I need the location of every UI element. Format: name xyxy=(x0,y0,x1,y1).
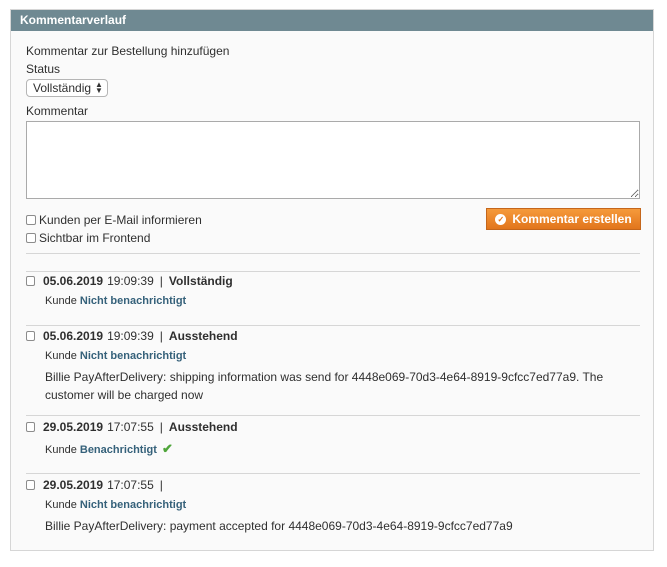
visible-frontend-checkbox[interactable] xyxy=(26,233,36,243)
entry-comment-text: Billie PayAfterDelivery: shipping inform… xyxy=(45,370,604,402)
entry-header: 05.06.2019 19:09:39 | Ausstehend xyxy=(26,329,640,343)
visible-frontend-label: Sichtbar im Frontend xyxy=(39,231,151,245)
divider xyxy=(26,473,640,474)
history-entry: 05.06.2019 19:09:39 | Vollständig Kunde … xyxy=(26,274,640,307)
status-select[interactable]: Vollständig ▲ ▼ xyxy=(26,79,108,97)
entry-customer: Kunde xyxy=(45,295,77,307)
entry-status: Ausstehend xyxy=(168,329,238,343)
entry-date: 05.06.2019 xyxy=(43,329,104,343)
entry-separator: | xyxy=(159,478,163,492)
entry-notified-state: Nicht benachrichtigt xyxy=(79,295,187,307)
entry-date: 05.06.2019 xyxy=(43,274,104,288)
status-label: Status xyxy=(26,62,61,76)
entry-time: 17:07:55 xyxy=(107,478,154,492)
entry-time: 19:09:39 xyxy=(107,329,154,343)
entry-time: 19:09:39 xyxy=(107,274,154,288)
check-circle-icon: ✓ xyxy=(495,213,507,225)
entry-notified-state: Nicht benachrichtigt xyxy=(79,499,187,511)
notify-customer-label: Kunden per E-Mail informieren xyxy=(39,213,202,227)
entry-notification: Kunde Benachrichtigt ✔ xyxy=(45,441,640,457)
entry-date: 29.05.2019 xyxy=(43,478,104,492)
comment-label: Kommentar xyxy=(26,104,89,118)
entry-header: 05.06.2019 19:09:39 | Vollständig xyxy=(26,274,640,288)
entry-notification: Kunde Nicht benachrichtigt xyxy=(45,499,640,511)
entry-separator: | xyxy=(159,420,163,434)
entry-customer: Kunde xyxy=(45,444,77,456)
entry-status: Ausstehend xyxy=(168,420,238,434)
divider xyxy=(26,253,640,254)
entry-notification: Kunde Nicht benachrichtigt xyxy=(45,350,640,362)
entry-notification: Kunde Nicht benachrichtigt xyxy=(45,295,640,307)
submit-comment-label: Kommentar erstellen xyxy=(512,212,632,226)
divider xyxy=(26,271,640,272)
entry-checkbox[interactable] xyxy=(26,331,35,341)
submit-comment-button[interactable]: ✓ Kommentar erstellen xyxy=(486,208,641,230)
history-entry: 05.06.2019 19:09:39 | Ausstehend Kunde N… xyxy=(26,329,640,404)
entry-notified-state: Nicht benachrichtigt xyxy=(79,350,187,362)
comment-history-panel: Kommentarverlauf Kommentar zur Bestellun… xyxy=(10,9,654,551)
add-comment-title: Kommentar zur Bestellung hinzufügen xyxy=(26,44,230,58)
entry-comment-text: Billie PayAfterDelivery: payment accepte… xyxy=(45,519,513,533)
entry-header: 29.05.2019 17:07:55 | Ausstehend xyxy=(26,420,640,434)
notify-customer-checkbox[interactable] xyxy=(26,215,36,225)
checkmark-icon: ✔ xyxy=(161,441,173,456)
panel-title: Kommentarverlauf xyxy=(11,10,653,31)
divider xyxy=(26,415,640,416)
history-entry: 29.05.2019 17:07:55 | Ausstehend Kunde B… xyxy=(26,420,640,457)
visible-frontend-row[interactable]: Sichtbar im Frontend xyxy=(26,231,150,245)
entry-separator: | xyxy=(159,329,163,343)
entry-separator: | xyxy=(159,274,163,288)
entry-time: 17:07:55 xyxy=(107,420,154,434)
history-entry: 29.05.2019 17:07:55 | Kunde Nicht benach… xyxy=(26,478,640,535)
entry-checkbox[interactable] xyxy=(26,480,35,490)
entry-date: 29.05.2019 xyxy=(43,420,104,434)
entry-checkbox[interactable] xyxy=(26,276,35,286)
entry-status: Vollständig xyxy=(168,274,233,288)
select-arrows-icon: ▲ ▼ xyxy=(95,80,103,95)
entry-checkbox[interactable] xyxy=(26,422,35,432)
comment-textarea[interactable] xyxy=(26,121,640,199)
divider xyxy=(26,325,640,326)
entry-notified-state: Benachrichtigt xyxy=(79,444,157,456)
status-selected-value: Vollständig xyxy=(33,81,92,95)
entry-customer: Kunde xyxy=(45,350,77,362)
notify-customer-row[interactable]: Kunden per E-Mail informieren xyxy=(26,213,202,227)
entry-header: 29.05.2019 17:07:55 | xyxy=(26,478,640,492)
entry-customer: Kunde xyxy=(45,499,77,511)
